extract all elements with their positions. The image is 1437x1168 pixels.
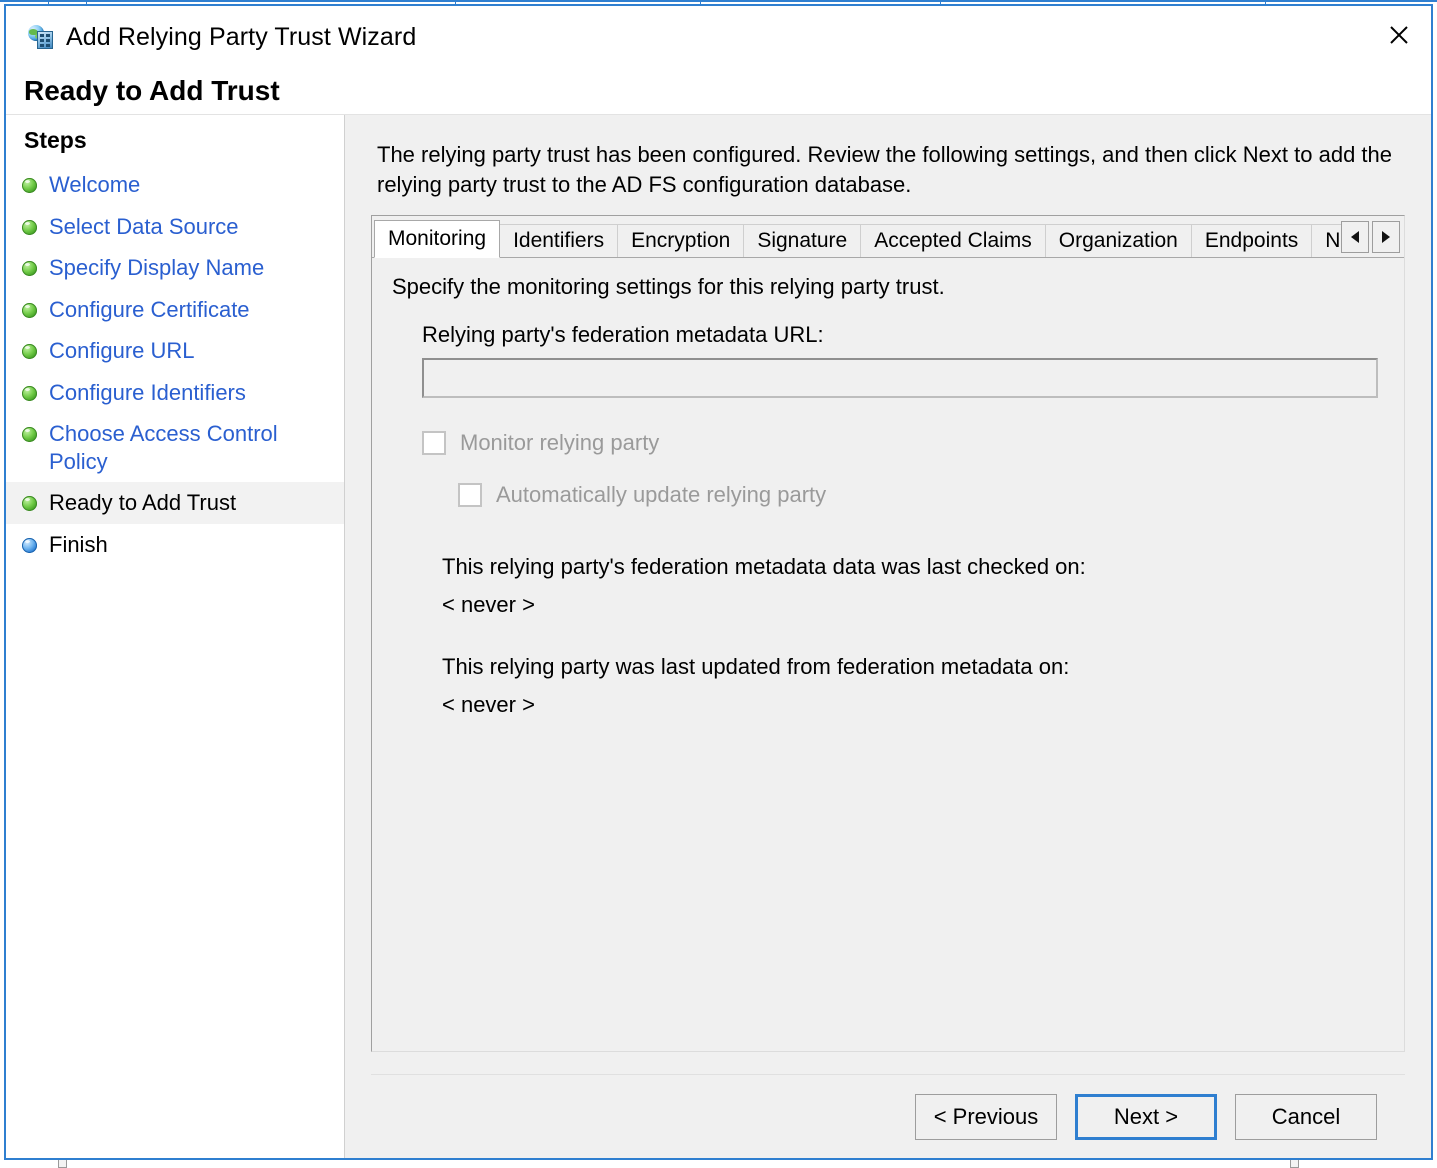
- auto-update-relying-party-row[interactable]: Automatically update relying party: [458, 482, 1386, 508]
- cancel-button[interactable]: Cancel: [1235, 1093, 1377, 1140]
- add-relying-party-trust-wizard-window: Add Relying Party Trust Wizard Ready to …: [4, 4, 1433, 1160]
- sidebar-item-configure-url[interactable]: Configure URL: [6, 330, 344, 372]
- window-title: Add Relying Party Trust Wizard: [66, 22, 417, 51]
- sidebar-item-finish[interactable]: Finish: [6, 524, 344, 566]
- title-bar: Add Relying Party Trust Wizard: [6, 6, 1431, 68]
- sidebar-item-select-data-source[interactable]: Select Data Source: [6, 206, 344, 248]
- tab-signature[interactable]: Signature: [743, 224, 862, 259]
- step-done-icon: [22, 219, 37, 235]
- sidebar-item-configure-identifiers[interactable]: Configure Identifiers: [6, 372, 344, 414]
- tab-accepted-claims[interactable]: Accepted Claims: [860, 224, 1046, 259]
- background-taskbar-bits: [0, 1160, 1437, 1168]
- tab-identifiers[interactable]: Identifiers: [499, 224, 619, 259]
- last-checked-label: This relying party's federation metadata…: [442, 554, 1086, 580]
- tab-label: Organization: [1058, 229, 1178, 253]
- sidebar-item-label: Welcome: [49, 172, 141, 197]
- page-title: Ready to Add Trust: [6, 68, 1431, 114]
- sidebar-item-label: Specify Display Name: [49, 255, 265, 280]
- metadata-url-input[interactable]: [422, 358, 1378, 399]
- sidebar-item-welcome[interactable]: Welcome: [6, 164, 344, 206]
- monitoring-title: Specify the monitoring settings for this…: [392, 274, 945, 300]
- step-done-icon: [22, 385, 37, 401]
- close-icon[interactable]: [1367, 6, 1431, 64]
- tab-label: Endpoints: [1204, 229, 1299, 253]
- tab-label: Accepted Claims: [874, 229, 1032, 253]
- step-done-icon: [22, 427, 37, 442]
- monitor-relying-party-row[interactable]: Monitor relying party: [422, 430, 1386, 456]
- steps-sidebar: Steps Welcome Select Data Source Specify…: [6, 115, 345, 1158]
- chevron-right-icon[interactable]: [1372, 221, 1400, 254]
- sidebar-item-label: Ready to Add Trust: [49, 490, 237, 515]
- monitoring-tab-page: Specify the monitoring settings for this…: [372, 257, 1404, 1051]
- auto-update-relying-party-checkbox[interactable]: [458, 483, 482, 508]
- sidebar-item-configure-certificate[interactable]: Configure Certificate: [6, 289, 344, 331]
- last-checked-value: < never >: [442, 592, 535, 618]
- step-done-icon: [22, 496, 37, 511]
- previous-button[interactable]: < Previous: [915, 1093, 1057, 1140]
- tab-scroll-buttons: [1341, 221, 1400, 254]
- dialog-body: Steps Welcome Select Data Source Specify…: [6, 115, 1431, 1158]
- tab-label: Monitoring: [388, 227, 487, 251]
- last-updated-label: This relying party was last updated from…: [442, 654, 1070, 680]
- dialog-footer: < Previous Next > Cancel: [371, 1074, 1405, 1158]
- sidebar-item-label: Choose Access Control Policy: [49, 421, 278, 474]
- tab-monitoring[interactable]: Monitoring: [374, 220, 501, 259]
- step-done-icon: [22, 302, 37, 318]
- last-updated-value: < never >: [442, 692, 535, 718]
- tab-endpoints[interactable]: Endpoints: [1190, 224, 1313, 259]
- auto-update-relying-party-label: Automatically update relying party: [496, 482, 827, 508]
- sidebar-item-label: Select Data Source: [49, 213, 239, 239]
- next-button[interactable]: Next >: [1075, 1093, 1217, 1140]
- sidebar-item-ready-to-add-trust[interactable]: Ready to Add Trust: [6, 482, 344, 524]
- globe-server-icon: [28, 24, 54, 50]
- tab-strip: Monitoring Identifiers Encryption Signat…: [372, 216, 1404, 259]
- chevron-left-icon[interactable]: [1341, 221, 1369, 254]
- step-done-icon: [22, 344, 37, 359]
- step-done-icon: [22, 261, 37, 276]
- main-content: The relying party trust has been configu…: [345, 115, 1431, 1158]
- sidebar-item-label: Finish: [49, 531, 108, 557]
- steps-heading: Steps: [24, 127, 87, 153]
- tab-encryption[interactable]: Encryption: [617, 224, 745, 259]
- tab-label: Encryption: [631, 229, 731, 253]
- settings-tab-control: Monitoring Identifiers Encryption Signat…: [371, 215, 1405, 1052]
- tab-label: Signature: [757, 229, 848, 253]
- monitor-relying-party-label: Monitor relying party: [460, 430, 660, 456]
- tab-organization[interactable]: Organization: [1044, 224, 1192, 259]
- sidebar-item-label: Configure Identifiers: [49, 379, 246, 405]
- sidebar-item-specify-display-name[interactable]: Specify Display Name: [6, 247, 344, 289]
- sidebar-item-choose-access-control-policy[interactable]: Choose Access Control Policy: [6, 413, 344, 482]
- step-pending-icon: [22, 537, 37, 553]
- tab-label: Identifiers: [513, 229, 605, 253]
- intro-text: The relying party trust has been configu…: [377, 142, 1393, 197]
- monitor-relying-party-checkbox[interactable]: [422, 431, 446, 456]
- metadata-url-label: Relying party's federation metadata URL:: [422, 322, 824, 348]
- step-done-icon: [22, 178, 37, 193]
- sidebar-item-label: Configure URL: [49, 338, 195, 363]
- sidebar-item-label: Configure Certificate: [49, 296, 250, 322]
